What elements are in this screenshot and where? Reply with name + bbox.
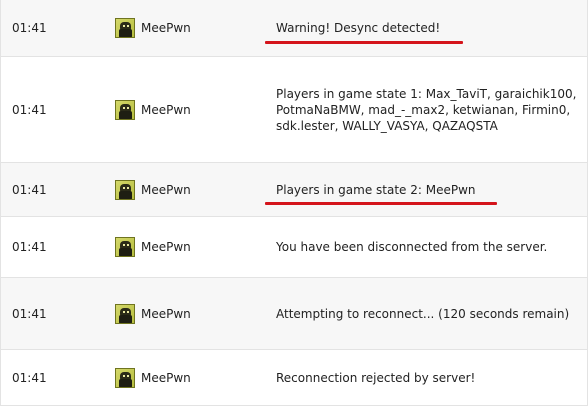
timestamp: 01:41 [12, 306, 47, 321]
timestamp: 01:41 [12, 21, 47, 35]
log-message: Warning! Desync detected! [276, 21, 441, 35]
player-name: MeePwn [141, 21, 191, 35]
log-row: 01:41 MeePwn Players in game state 2: Me… [1, 163, 587, 217]
player: MeePwn [115, 99, 191, 120]
log-row: 01:41 MeePwn Players in game state 1: Ma… [1, 57, 587, 163]
player: MeePwn [115, 237, 191, 257]
highlight-underline [265, 202, 497, 205]
timestamp: 01:41 [12, 370, 47, 385]
player: MeePwn [115, 18, 191, 38]
log-row: 01:41 MeePwn You have been disconnected … [1, 217, 587, 278]
log-message: You have been disconnected from the serv… [276, 240, 548, 254]
player-avatar-icon [115, 179, 135, 200]
player-name: MeePwn [141, 306, 191, 321]
log-row: 01:41 MeePwn Reconnection rejected by se… [1, 350, 587, 406]
timestamp: 01:41 [12, 240, 47, 254]
timestamp: 01:41 [12, 182, 47, 197]
player-avatar-icon [115, 237, 135, 257]
player-avatar-icon [115, 367, 135, 388]
player: MeePwn [115, 179, 191, 200]
timestamp: 01:41 [12, 102, 47, 117]
log-message: Attempting to reconnect... (120 seconds … [276, 306, 570, 321]
player-avatar-icon [115, 18, 135, 38]
chat-log: 01:41 MeePwn Warning! Desync detected! 0… [0, 0, 588, 406]
player: MeePwn [115, 367, 191, 388]
log-message: Reconnection rejected by server! [276, 370, 476, 385]
player-name: MeePwn [141, 182, 191, 197]
log-message: Players in game state 1: Max_TaviT, gara… [276, 86, 577, 133]
log-row: 01:41 MeePwn Warning! Desync detected! [1, 0, 587, 57]
player-name: MeePwn [141, 370, 191, 385]
log-row: 01:41 MeePwn Attempting to reconnect... … [1, 278, 587, 350]
player-avatar-icon [115, 303, 135, 324]
player-name: MeePwn [141, 102, 191, 117]
player-name: MeePwn [141, 240, 191, 254]
log-message: Players in game state 2: MeePwn [276, 182, 476, 197]
highlight-underline [265, 41, 463, 44]
player-avatar-icon [115, 99, 135, 120]
player: MeePwn [115, 303, 191, 324]
